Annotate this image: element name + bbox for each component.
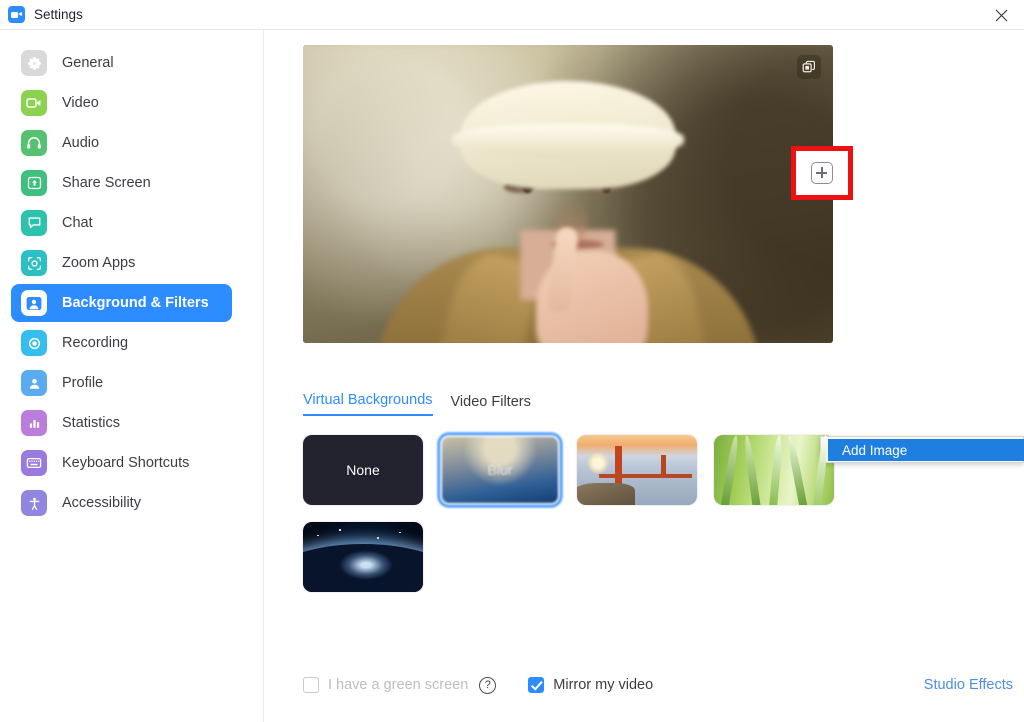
background-thumbnail-blur[interactable]: Blur [440, 435, 560, 505]
green-screen-checkbox[interactable] [303, 677, 319, 693]
background-thumbnail-grid: None Blur [303, 435, 903, 592]
sidebar-item-general[interactable]: General [11, 44, 232, 82]
sidebar-item-profile[interactable]: Profile [11, 364, 232, 402]
sidebar: General Video Audio Share Screen Chat [0, 30, 264, 722]
thumbnail-label: Blur [440, 435, 560, 505]
sidebar-item-label: Video [62, 95, 99, 111]
sidebar-item-chat[interactable]: Chat [11, 204, 232, 242]
settings-window: Settings General Video Audio [0, 0, 1024, 722]
studio-effects-link[interactable]: Studio Effects [924, 677, 1013, 693]
mirror-video-checkbox[interactable] [528, 677, 544, 693]
tab-virtual-backgrounds[interactable]: Virtual Backgrounds [303, 392, 433, 416]
sidebar-item-label: Zoom Apps [62, 255, 135, 271]
sidebar-item-audio[interactable]: Audio [11, 124, 232, 162]
zoom-apps-icon [21, 250, 47, 276]
add-image-dropdown-menu: Add Image [820, 436, 1024, 463]
snapshot-icon[interactable] [797, 55, 821, 79]
share-screen-icon [21, 170, 47, 196]
accessibility-icon [21, 490, 47, 516]
add-background-button[interactable] [791, 146, 853, 200]
chat-bubble-icon [21, 210, 47, 236]
bottom-controls: I have a green screen ? Mirror my video … [303, 670, 1013, 700]
video-camera-icon [21, 90, 47, 116]
sidebar-item-share-screen[interactable]: Share Screen [11, 164, 232, 202]
sidebar-item-label: Profile [62, 375, 103, 391]
sidebar-item-label: Keyboard Shortcuts [62, 455, 189, 471]
zoom-logo-icon [8, 6, 25, 23]
sidebar-item-recording[interactable]: Recording [11, 324, 232, 362]
main-panel: Virtual Backgrounds Video Filters None B… [265, 30, 1024, 722]
background-thumbnail-none[interactable]: None [303, 435, 423, 505]
tab-bar: Virtual Backgrounds Video Filters [303, 392, 531, 416]
sidebar-item-label: Audio [62, 135, 99, 151]
record-circle-icon [21, 330, 47, 356]
headphones-icon [21, 130, 47, 156]
window-title: Settings [34, 7, 83, 22]
sidebar-item-video[interactable]: Video [11, 84, 232, 122]
sidebar-item-keyboard-shortcuts[interactable]: Keyboard Shortcuts [11, 444, 232, 482]
sidebar-item-label: Share Screen [62, 175, 151, 191]
sidebar-item-label: Accessibility [62, 495, 141, 511]
background-thumbnail-grass[interactable] [714, 435, 834, 505]
person-icon [21, 370, 47, 396]
sidebar-item-label: Recording [62, 335, 128, 351]
sidebar-item-label: Chat [62, 215, 93, 231]
title-bar: Settings [0, 0, 1024, 30]
sidebar-item-label: Statistics [62, 415, 120, 431]
gear-icon [21, 50, 47, 76]
preview-person [303, 45, 833, 343]
thumbnail-label: None [303, 435, 423, 505]
bar-chart-icon [21, 410, 47, 436]
keyboard-icon [21, 450, 47, 476]
sidebar-item-accessibility[interactable]: Accessibility [11, 484, 232, 522]
menu-item-add-image[interactable]: Add Image [828, 439, 1024, 461]
sidebar-item-zoom-apps[interactable]: Zoom Apps [11, 244, 232, 282]
sidebar-item-label: Background & Filters [62, 295, 209, 311]
question-mark-icon[interactable]: ? [479, 677, 496, 694]
mirror-video-label: Mirror my video [553, 677, 653, 693]
close-button[interactable] [978, 0, 1024, 30]
green-screen-label: I have a green screen [328, 677, 468, 693]
background-thumbnail-golden-gate-bridge[interactable] [577, 435, 697, 505]
tab-video-filters[interactable]: Video Filters [451, 394, 531, 416]
person-frame-icon [21, 290, 47, 316]
video-preview [303, 45, 833, 343]
background-thumbnail-earth-from-space[interactable] [303, 522, 423, 592]
sidebar-item-background-and-filters[interactable]: Background & Filters [11, 284, 232, 322]
sidebar-item-statistics[interactable]: Statistics [11, 404, 232, 442]
plus-icon [811, 162, 833, 184]
sidebar-item-label: General [62, 55, 114, 71]
